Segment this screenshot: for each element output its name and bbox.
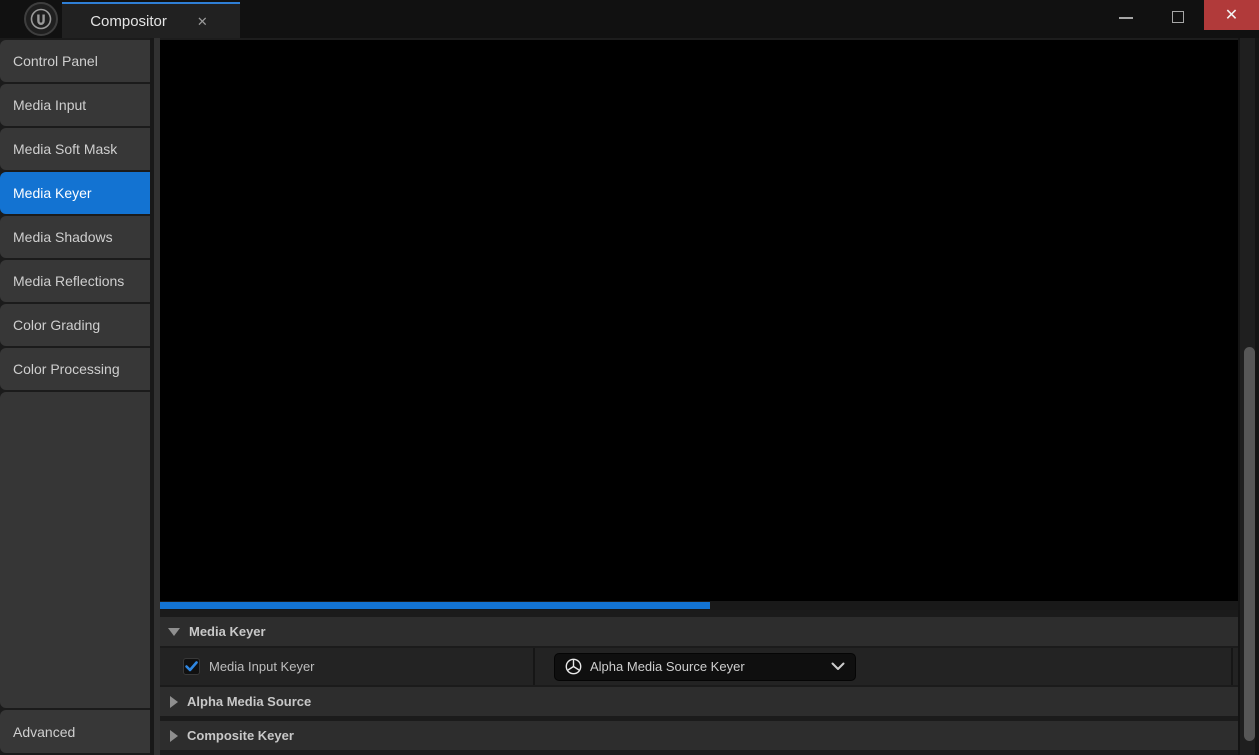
minimize-icon xyxy=(1119,17,1133,19)
tab-compositor[interactable]: Compositor ✕ xyxy=(62,2,240,38)
dropdown-value: Alpha Media Source Keyer xyxy=(590,659,831,674)
minimize-button[interactable] xyxy=(1100,0,1152,30)
sidebar: Control Panel Media Input Media Soft Mas… xyxy=(0,38,150,755)
checkmark-icon xyxy=(184,659,199,674)
section-header-alpha-media-source[interactable]: Alpha Media Source xyxy=(160,687,1259,716)
scrollbar-thumb[interactable] xyxy=(1244,347,1255,741)
sidebar-item-media-soft-mask[interactable]: Media Soft Mask xyxy=(0,128,150,170)
sidebar-item-media-reflections[interactable]: Media Reflections xyxy=(0,260,150,302)
expanded-triangle-icon xyxy=(168,628,180,636)
title-bar: Compositor ✕ ✕ xyxy=(0,0,1259,38)
property-row-media-input-keyer: Media Input Keyer Alpha Media Source Key… xyxy=(160,648,1259,685)
playback-progress-bar[interactable] xyxy=(160,601,1259,610)
sidebar-item-media-input[interactable]: Media Input xyxy=(0,84,150,126)
sidebar-item-color-processing[interactable]: Color Processing xyxy=(0,348,150,390)
section-header-composite-keyer[interactable]: Composite Keyer xyxy=(160,721,1259,750)
sidebar-item-control-panel[interactable]: Control Panel xyxy=(0,40,150,82)
unreal-logo-icon xyxy=(24,2,58,36)
collapsed-triangle-icon xyxy=(170,730,178,742)
maximize-icon xyxy=(1172,11,1184,23)
keyer-class-dropdown[interactable]: Alpha Media Source Keyer xyxy=(554,653,856,681)
section-header-media-keyer[interactable]: Media Keyer xyxy=(160,617,1259,646)
details-panel: Media Keyer Media Input Keyer xyxy=(160,610,1259,755)
close-button[interactable]: ✕ xyxy=(1204,0,1259,30)
sidebar-item-media-keyer[interactable]: Media Keyer xyxy=(0,172,150,214)
content-area: Media Keyer Media Input Keyer xyxy=(160,38,1259,755)
window-controls: ✕ xyxy=(1100,0,1259,30)
sidebar-splitter[interactable] xyxy=(150,38,160,755)
sidebar-item-media-shadows[interactable]: Media Shadows xyxy=(0,216,150,258)
collapsed-triangle-icon xyxy=(170,696,178,708)
compositor-window: Compositor ✕ ✕ Control Panel Media Input… xyxy=(0,0,1259,755)
sidebar-item-advanced[interactable]: Advanced xyxy=(0,710,150,753)
tab-close-icon[interactable]: ✕ xyxy=(193,13,212,30)
property-label: Media Input Keyer xyxy=(209,659,315,674)
main-area: Control Panel Media Input Media Soft Mas… xyxy=(0,38,1259,755)
property-name-cell: Media Input Keyer xyxy=(160,648,535,685)
sidebar-empty-area xyxy=(0,392,150,708)
maximize-button[interactable] xyxy=(1152,0,1204,30)
media-preview-viewport xyxy=(160,38,1259,601)
property-value-cell: Alpha Media Source Keyer xyxy=(535,648,1233,685)
media-input-keyer-checkbox[interactable] xyxy=(183,658,200,675)
progress-fill xyxy=(160,602,710,609)
class-asset-icon xyxy=(565,658,582,675)
sidebar-item-color-grading[interactable]: Color Grading xyxy=(0,304,150,346)
tab-title: Compositor xyxy=(90,13,167,30)
chevron-down-icon xyxy=(831,662,845,671)
vertical-scrollbar[interactable] xyxy=(1238,38,1259,755)
